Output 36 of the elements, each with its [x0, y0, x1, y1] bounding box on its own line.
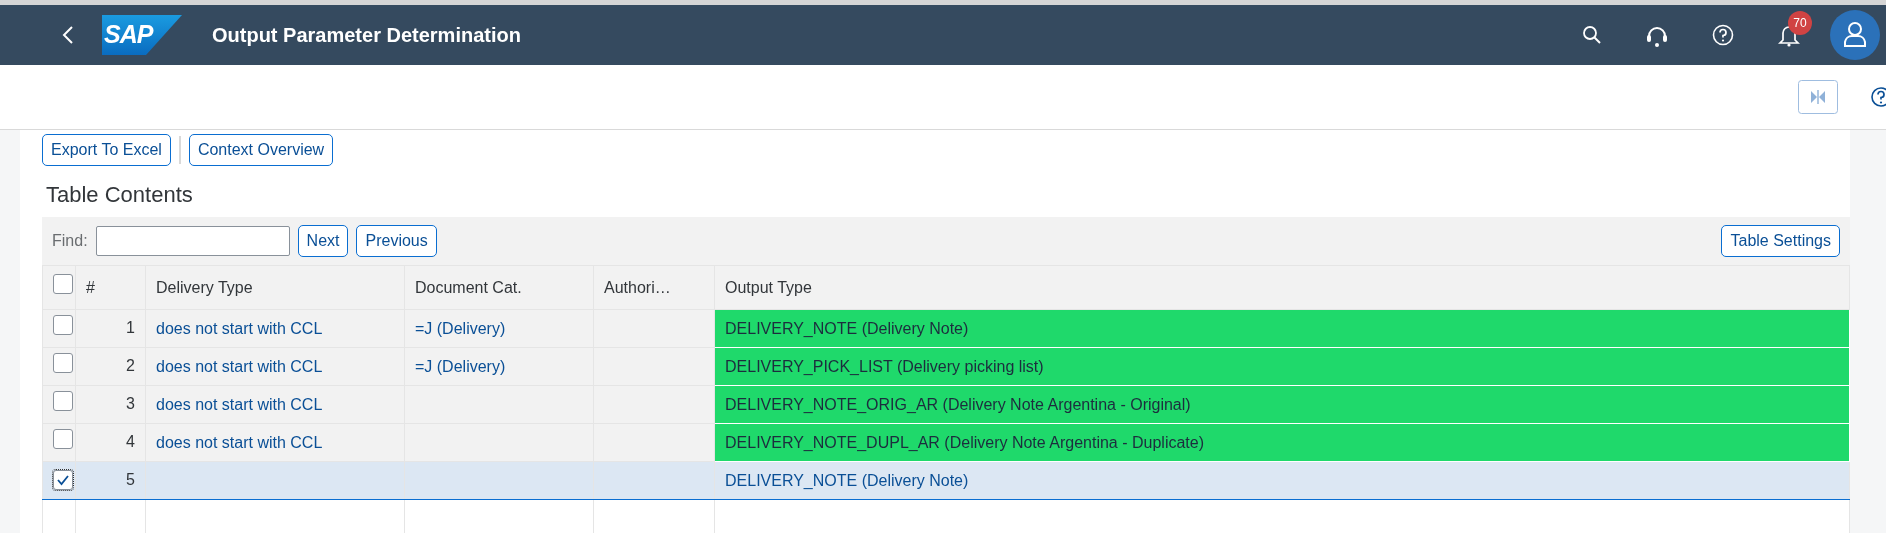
row-number: 2 [126, 357, 135, 374]
output-type-text: DELIVERY_NOTE (Delivery Note) [725, 471, 969, 489]
help-icon[interactable] [1870, 86, 1886, 108]
table-settings-button[interactable]: Table Settings [1721, 225, 1840, 257]
table-title: Table Contents [46, 181, 194, 209]
checkmark-icon [56, 473, 70, 486]
highlighted-output-type: DELIVERY_NOTE_ORIG_AR (Delivery Note Argentina - Original) [715, 386, 1849, 423]
checkbox[interactable] [53, 391, 73, 411]
row-number: 4 [126, 433, 135, 450]
checkbox[interactable] [53, 353, 73, 373]
sap-logo: SAP [102, 15, 182, 55]
app-title: Output Parameter Determination [212, 23, 521, 48]
column-header[interactable]: # [86, 278, 95, 296]
notification-count: 70 [1788, 10, 1812, 35]
export-button[interactable]: Export To Excel [42, 134, 171, 166]
previous-button[interactable]: Previous [356, 225, 437, 257]
column-header[interactable]: Output Type [725, 278, 812, 296]
row-number: 3 [126, 395, 135, 412]
checkbox[interactable] [53, 315, 73, 335]
highlighted-output-type: DELIVERY_NOTE_DUPL_AR (Delivery Note Argentina - Duplicate) [715, 424, 1849, 461]
user-avatar[interactable] [1830, 10, 1880, 60]
next-button[interactable]: Next [297, 225, 349, 257]
context-overview-button[interactable]: Context Overview [188, 134, 334, 166]
checkbox[interactable] [53, 429, 73, 449]
row-number: 1 [126, 319, 135, 336]
back-icon[interactable] [62, 25, 74, 45]
row-number: 5 [126, 471, 135, 488]
collapse-toggle-icon[interactable] [1798, 80, 1838, 114]
find-field[interactable] [95, 226, 290, 256]
checkbox[interactable] [53, 274, 73, 294]
search-icon[interactable] [1582, 25, 1602, 45]
highlighted-output-type: DELIVERY_PICK_LIST (Delivery picking list) [715, 348, 1849, 385]
checkbox[interactable] [53, 469, 73, 490]
column-header[interactable]: Delivery Type [156, 278, 253, 296]
find-label: Find: [52, 231, 88, 251]
highlighted-output-type: DELIVERY_NOTE (Delivery Note) [715, 310, 1849, 347]
